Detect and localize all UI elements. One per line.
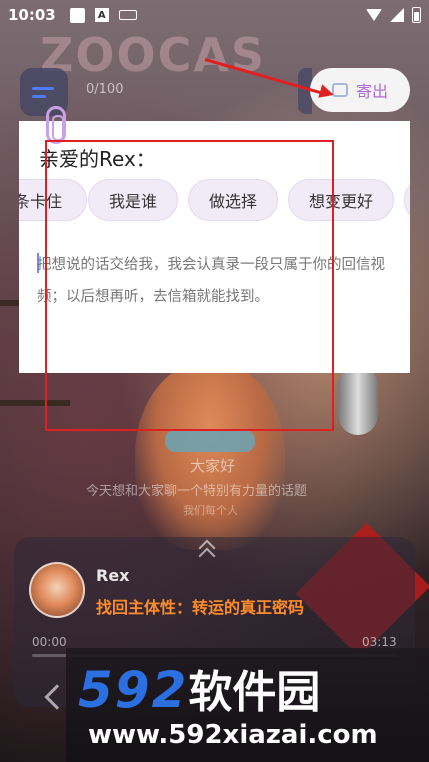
author-avatar bbox=[29, 562, 85, 618]
status-bar: 10:03 A bbox=[0, 0, 429, 30]
menu-icon-bar bbox=[32, 86, 54, 90]
watermark-text: 软件园 bbox=[188, 667, 321, 718]
wifi-icon bbox=[366, 9, 382, 21]
signal-icon bbox=[390, 8, 404, 22]
total-time: 03:13 bbox=[362, 635, 397, 649]
notification-icon bbox=[69, 7, 85, 23]
character-counter: 0/100 bbox=[86, 82, 124, 97]
status-time: 10:03 bbox=[8, 6, 56, 24]
a-app-icon: A bbox=[94, 8, 109, 22]
watermark-number: 592 bbox=[78, 661, 189, 719]
microphone-illustration bbox=[338, 365, 378, 435]
subtitle-topic: 今天想和大家聊一个特别有力量的话题 bbox=[86, 484, 308, 499]
topic-chip-partial[interactable] bbox=[404, 179, 410, 221]
author-name: Rex bbox=[96, 566, 130, 585]
fox-scarf bbox=[165, 430, 255, 452]
subtitle-everyone: 我们每个人 bbox=[183, 504, 238, 517]
watermark-url: www.592xiazai.com bbox=[88, 720, 378, 750]
paperclip-icon bbox=[46, 106, 66, 144]
menu-icon-bar bbox=[32, 94, 46, 98]
watermark-logo: 592软件园 bbox=[78, 656, 320, 720]
keyboard-icon bbox=[118, 10, 137, 20]
annotation-highlight-box bbox=[45, 140, 334, 431]
battery-icon bbox=[412, 7, 421, 23]
current-time: 00:00 bbox=[32, 635, 67, 649]
episode-title: 找回主体性：转运的真正密码 bbox=[96, 598, 305, 617]
send-button-label: 寄出 bbox=[355, 82, 388, 101]
subtitle-hello: 大家好 bbox=[190, 457, 236, 475]
background-neon-sign: ZOOCAS bbox=[40, 28, 267, 82]
